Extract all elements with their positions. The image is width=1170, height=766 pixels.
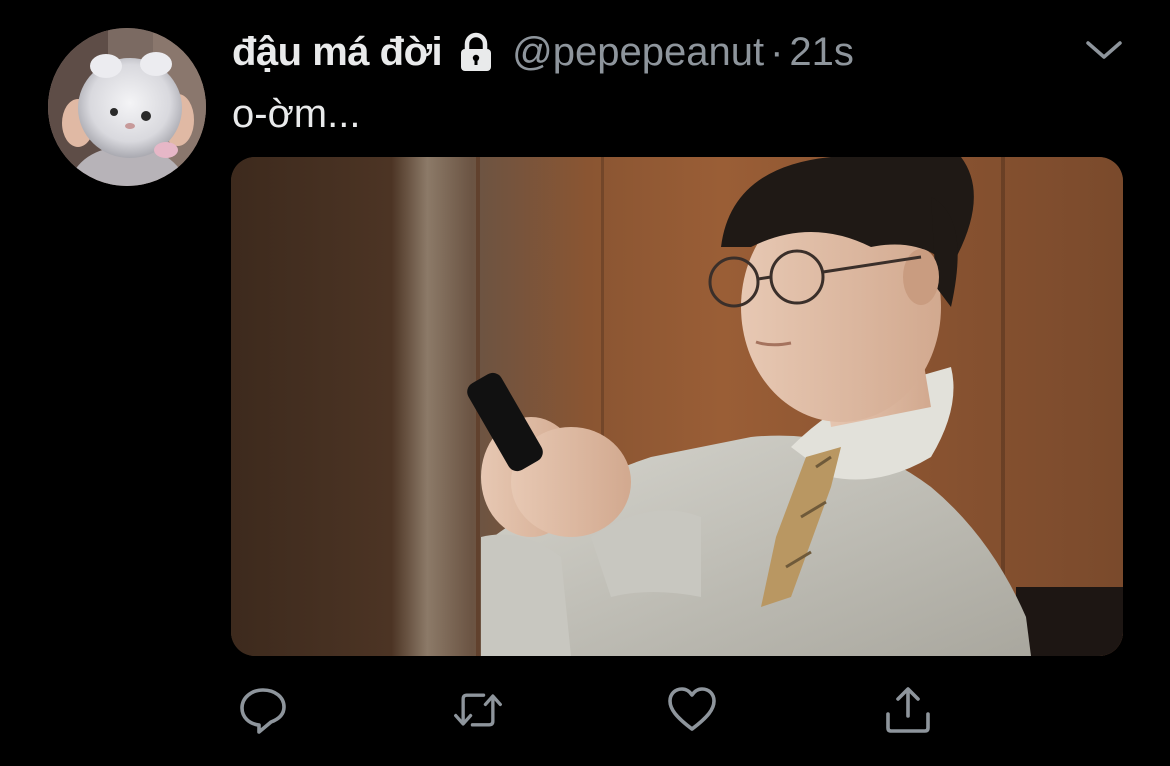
handle[interactable]: @pepepeanut xyxy=(512,30,764,75)
retweet-button[interactable] xyxy=(452,684,504,736)
tweet-header: đậu má đời @pepepeanut · 21s xyxy=(232,26,854,78)
tweet-actions xyxy=(0,684,1170,736)
tweet-media-photo[interactable] xyxy=(231,157,1123,656)
separator-dot: · xyxy=(770,29,784,74)
reply-icon xyxy=(240,688,286,734)
chevron-down-icon[interactable] xyxy=(1084,36,1124,64)
photo-person-with-phone xyxy=(231,157,1123,656)
share-button[interactable] xyxy=(882,684,934,736)
timestamp[interactable]: 21s xyxy=(789,30,854,75)
avatar[interactable] xyxy=(48,28,206,186)
like-button[interactable] xyxy=(666,684,718,736)
share-icon xyxy=(886,687,930,733)
heart-icon xyxy=(668,687,716,731)
display-name[interactable]: đậu má đời xyxy=(232,30,443,75)
avatar-image xyxy=(48,28,206,186)
tweet-text: o-ờm... xyxy=(232,92,361,136)
retweet-icon xyxy=(454,693,502,727)
tweet[interactable]: đậu má đời @pepepeanut · 21s o-ờm... xyxy=(0,0,1170,766)
reply-button[interactable] xyxy=(237,684,289,736)
lock-icon xyxy=(454,30,498,74)
